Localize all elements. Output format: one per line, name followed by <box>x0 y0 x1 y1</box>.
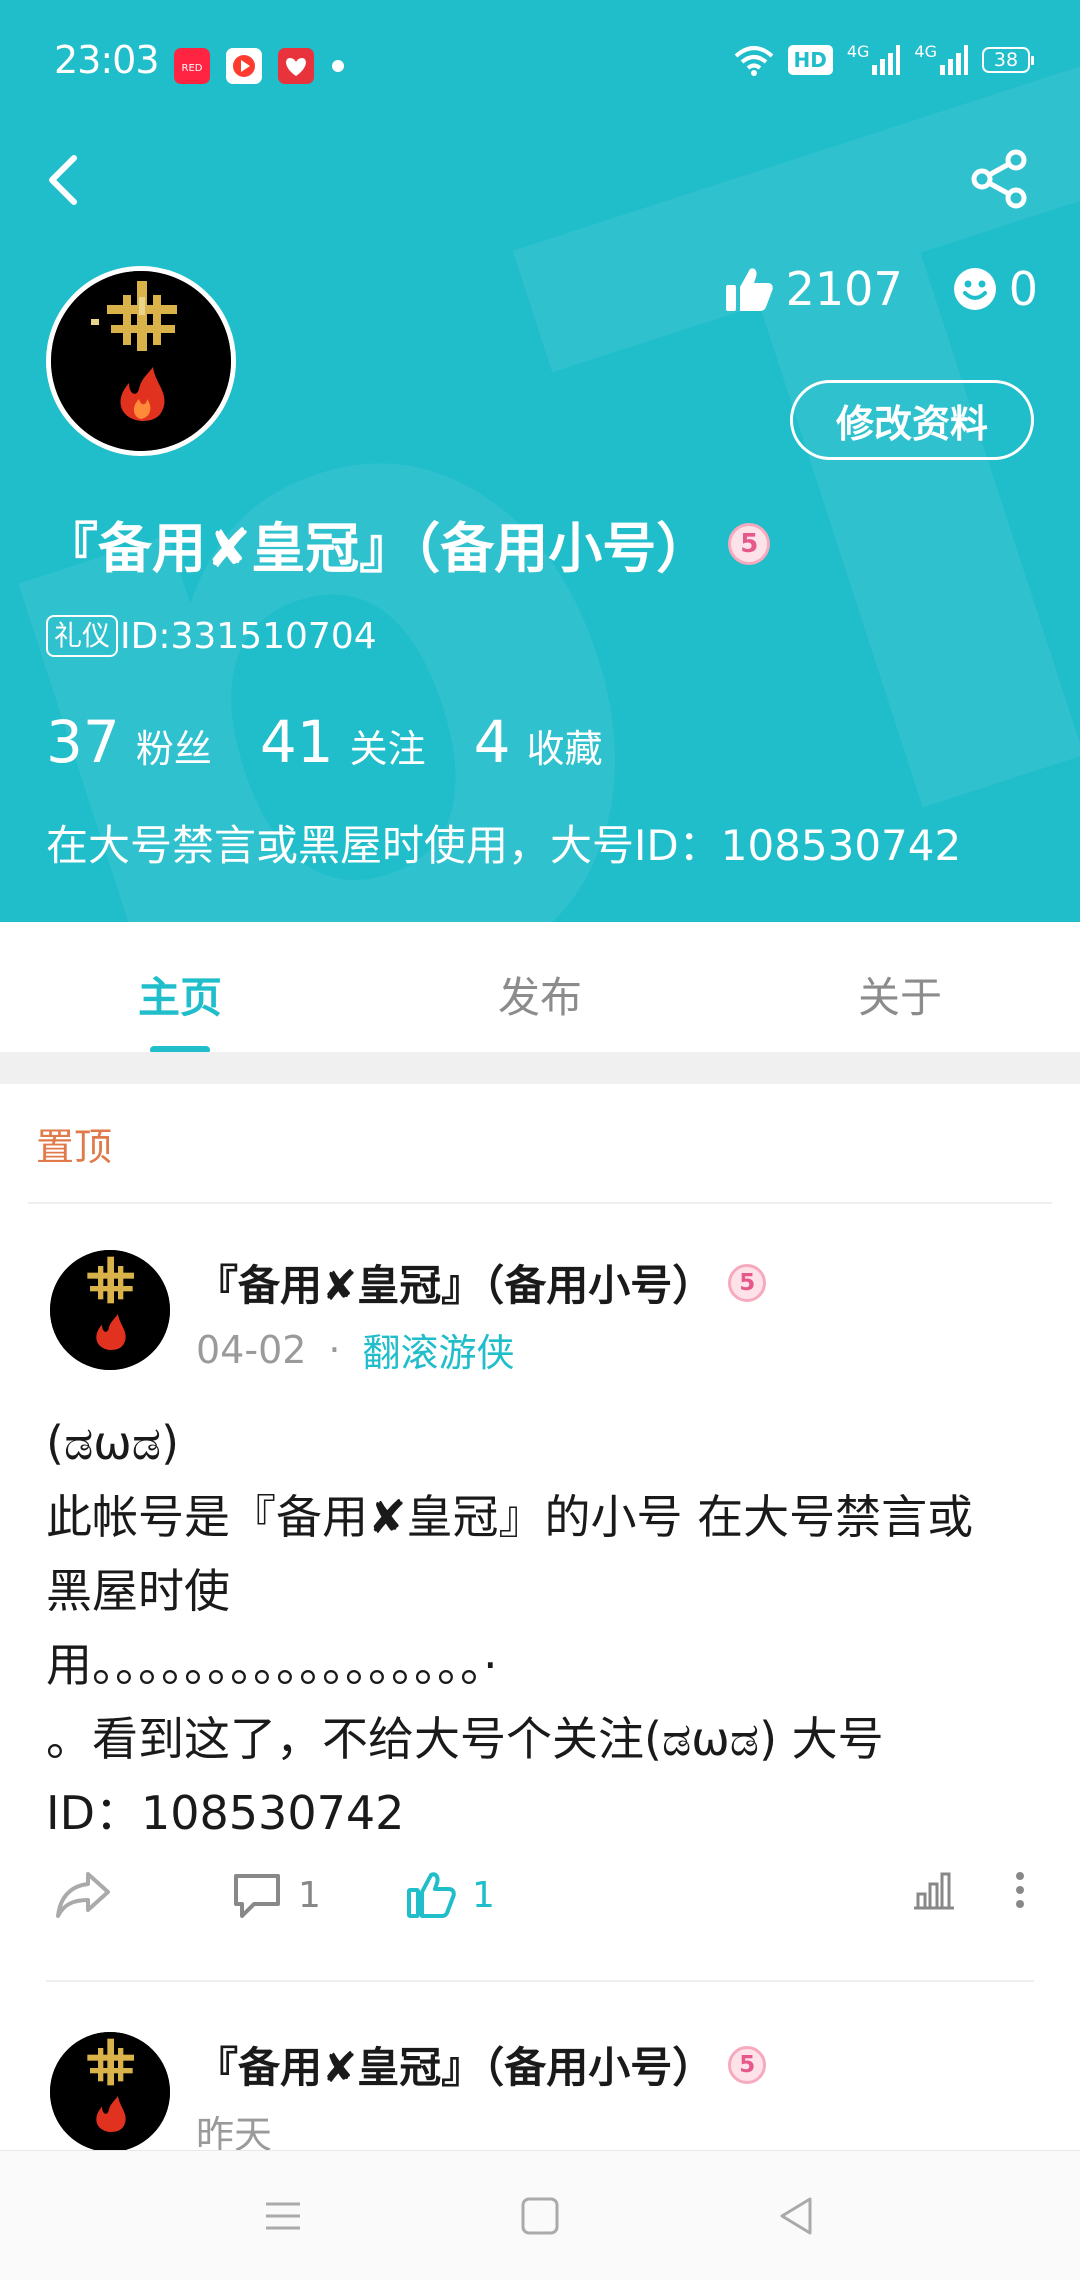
tab-about[interactable]: 关于 <box>720 922 1080 1052</box>
stats-action[interactable] <box>912 1870 956 1910</box>
wifi-icon <box>734 46 773 76</box>
followers-count[interactable]: 37 <box>46 708 120 776</box>
post-author-name[interactable]: 『备用✘皇冠』（备用小号） 5 <box>196 2034 767 2095</box>
smiles-stat: 0 <box>953 262 1038 316</box>
likes-stat: 2107 <box>724 262 903 316</box>
battery-icon: 38 <box>982 47 1034 73</box>
status-time: 23:03 <box>54 38 160 82</box>
likes-count: 2107 <box>785 262 903 316</box>
signal-bars-icon <box>940 45 968 75</box>
following-count[interactable]: 41 <box>260 708 334 776</box>
notification-dot <box>332 60 344 72</box>
tab-posts[interactable]: 发布 <box>360 922 720 1052</box>
profile-tabs: 主页 发布 关于 <box>0 922 1080 1054</box>
heart-app-icon <box>278 48 314 84</box>
home-square-icon[interactable] <box>515 2191 565 2241</box>
post-body[interactable]: (ಡωಡ) 此帐号是『备用✘皇冠』的小号 在大号禁言或 黑屋时使 用。。。。。。… <box>46 1406 1036 1850</box>
smiles-count: 0 <box>1008 262 1038 316</box>
hd-indicator: HD <box>787 45 833 75</box>
xiaohongshu-icon: RED <box>174 48 210 84</box>
pinned-label: 置顶 <box>36 1125 113 1169</box>
post-author-avatar[interactable] <box>50 1250 170 1370</box>
etiquette-tag[interactable]: 礼仪 <box>46 615 119 657</box>
more-options-icon[interactable] <box>1010 1870 1030 1910</box>
section-gap <box>0 1052 1080 1084</box>
post-actions: 1 1 <box>0 1870 1080 1950</box>
svg-text:RED: RED <box>182 63 203 74</box>
back-chevron-icon[interactable] <box>40 150 92 210</box>
like-count: 1 <box>472 1874 495 1916</box>
smile-icon <box>953 268 996 310</box>
thumbs-up-icon <box>725 268 773 311</box>
signal-2: 4G <box>914 42 968 75</box>
divider <box>28 1202 1052 1204</box>
background-watermark: pTa <box>0 0 1080 922</box>
menu-icon[interactable] <box>258 2191 308 2241</box>
bar-chart-icon <box>914 1872 954 1910</box>
profile-bio: 在大号禁言或黑屋时使用，大号ID：108530742 <box>46 821 962 870</box>
signal-1: 4G <box>846 42 901 75</box>
share-icon[interactable] <box>968 148 1030 210</box>
following-label[interactable]: 关注 <box>350 718 426 773</box>
profile-counts: 37 粉丝 41 关注 4 收藏 <box>46 708 651 776</box>
system-nav-bar <box>0 2150 1080 2280</box>
level-badge: 5 <box>728 1263 767 1302</box>
user-id: ID:331510704 <box>120 615 377 657</box>
divider <box>46 1980 1034 1982</box>
profile-name: 『备用✘皇冠』（备用小号） 5 <box>44 504 771 583</box>
favorites-label[interactable]: 收藏 <box>527 718 603 773</box>
favorites-count[interactable]: 4 <box>474 708 511 776</box>
level-badge: 5 <box>728 2045 767 2084</box>
like-action[interactable]: 1 <box>406 1870 495 1920</box>
network-type-label: 4G <box>846 42 870 61</box>
post-meta: 04-02 · 翻滚游侠 <box>196 1322 515 1377</box>
tab-home[interactable]: 主页 <box>0 922 360 1052</box>
back-triangle-icon[interactable] <box>772 2191 822 2241</box>
thumbs-up-icon <box>407 1872 456 1918</box>
post-date: 04-02 <box>196 1327 307 1372</box>
comment-icon <box>234 1874 280 1918</box>
edit-profile-button[interactable]: 修改资料 <box>790 380 1034 460</box>
profile-avatar[interactable] <box>46 266 236 456</box>
signal-bars-icon <box>872 45 901 75</box>
profile-header: pTa 23:03 RED HD 4G 4G 38 2107 0 修改资料 『备… <box>0 0 1080 922</box>
status-icons: HD 4G 4G 38 <box>734 42 1034 76</box>
share-action[interactable] <box>54 1870 112 1920</box>
status-bar: 23:03 RED HD 4G 4G 38 <box>0 0 1080 130</box>
forward-icon <box>56 1872 110 1918</box>
followers-label[interactable]: 粉丝 <box>136 718 212 773</box>
post-author-avatar[interactable] <box>50 2032 170 2152</box>
comment-action[interactable]: 1 <box>232 1870 321 1920</box>
comment-count: 1 <box>298 1874 321 1916</box>
video-player-icon <box>226 48 262 84</box>
post-category[interactable]: 翻滚游侠 <box>363 1322 515 1377</box>
post-author-name[interactable]: 『备用✘皇冠』（备用小号） 5 <box>196 1252 767 1313</box>
profile-name-text: 『备用✘皇冠』（备用小号） <box>44 517 711 580</box>
post-author-name-text: 『备用✘皇冠』（备用小号） <box>196 1261 715 1310</box>
network-type-label: 4G <box>914 42 937 61</box>
post-author-name-text: 『备用✘皇冠』（备用小号） <box>196 2043 715 2092</box>
level-badge[interactable]: 5 <box>728 522 771 565</box>
profile-reactions: 2107 0 <box>724 262 1038 316</box>
user-id-row: 礼仪 ID:331510704 <box>46 615 377 657</box>
meta-separator: · <box>328 1327 341 1372</box>
